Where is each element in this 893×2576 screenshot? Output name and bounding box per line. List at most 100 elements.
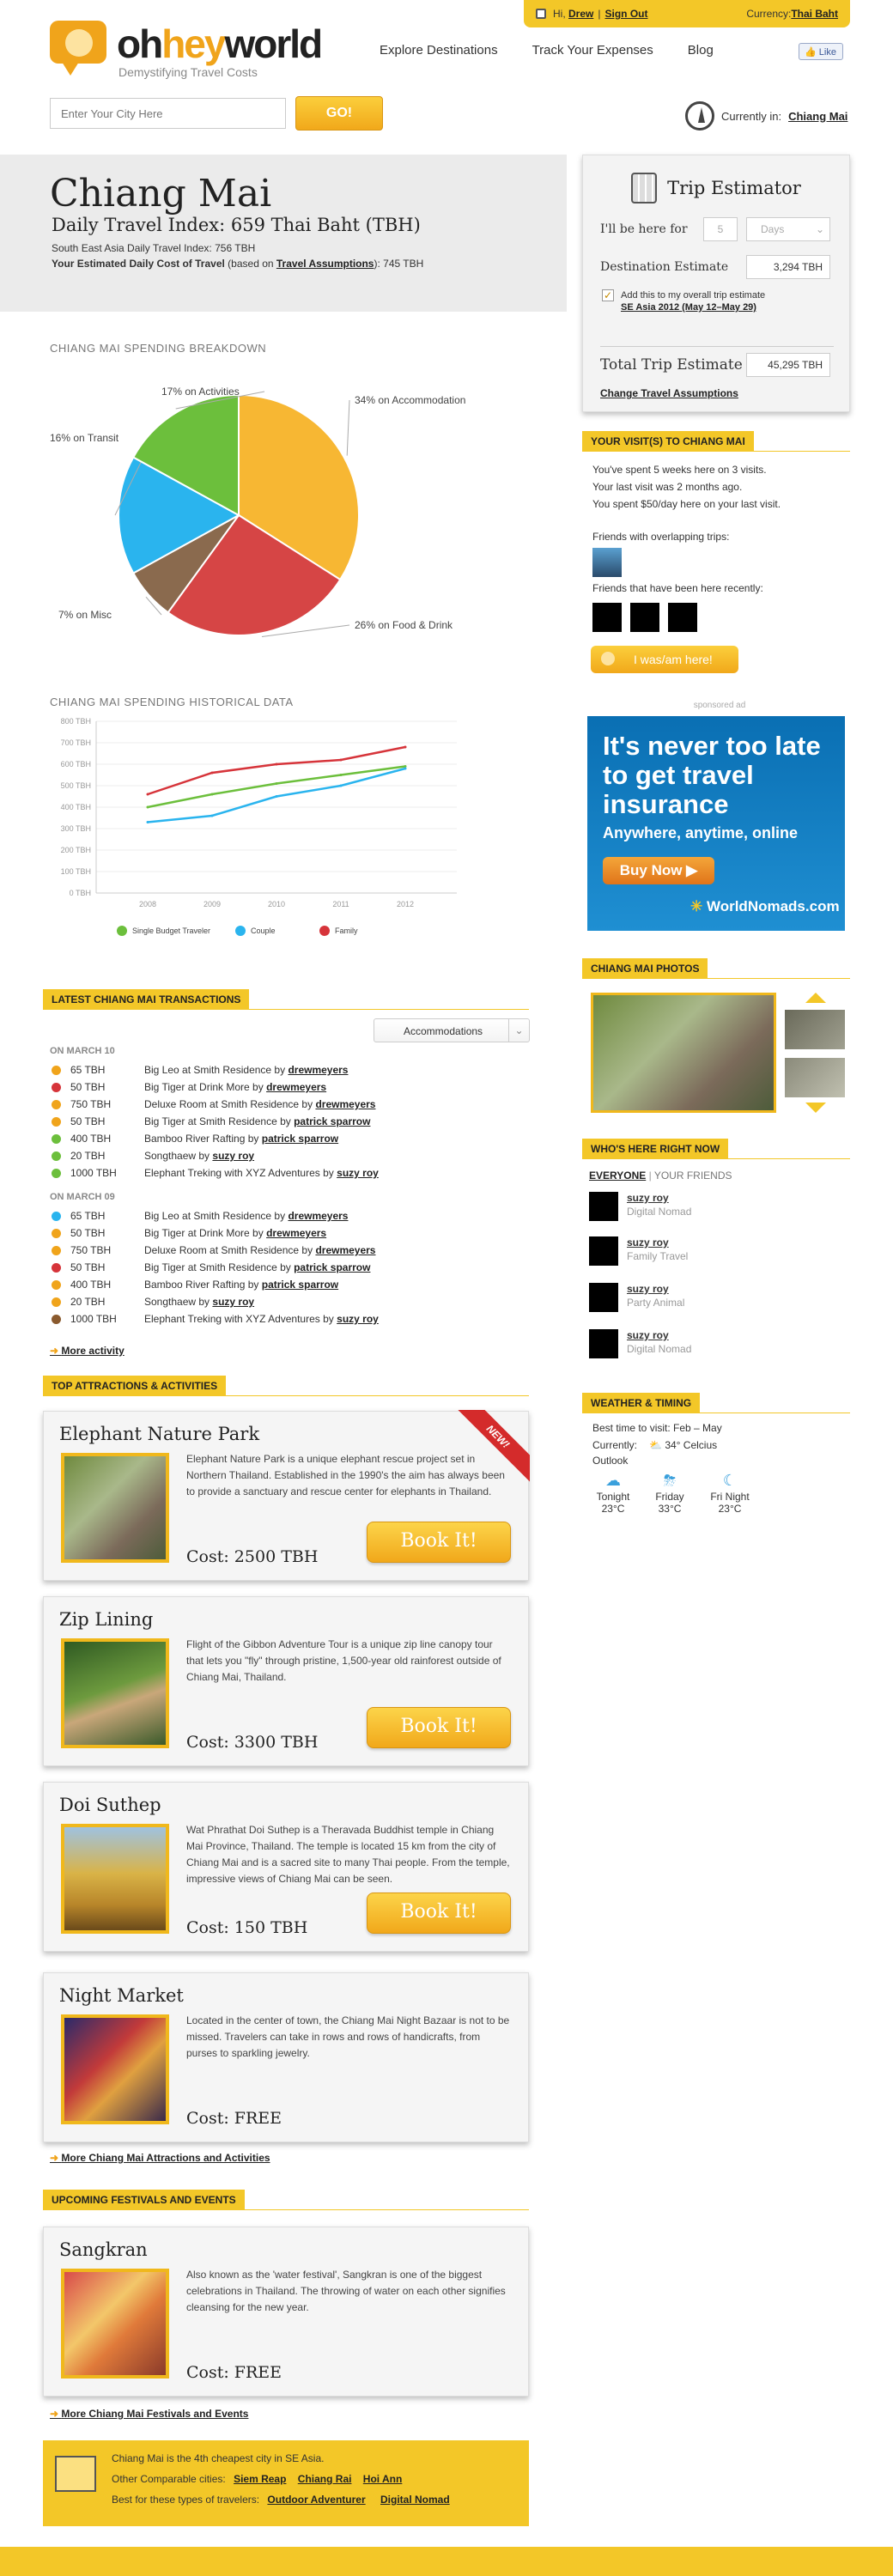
nav-explore[interactable]: Explore Destinations <box>380 43 498 58</box>
transaction-desc: Big Leo at Smith Residence by drewmeyers <box>144 1064 349 1076</box>
traveler-type-link[interactable]: Digital Nomad <box>380 2494 450 2506</box>
avatar <box>589 1283 618 1312</box>
attraction-image[interactable] <box>61 1638 169 1748</box>
category-dot-icon <box>52 1246 61 1255</box>
transaction-user-link[interactable]: patrick sparrow <box>262 1279 338 1291</box>
chevron-down-icon[interactable] <box>805 1103 826 1113</box>
add-trip-checkbox[interactable]: ✓ <box>602 289 614 301</box>
avatar[interactable] <box>630 603 659 632</box>
currency-link[interactable]: Thai Baht <box>791 8 838 20</box>
festival-card: Sangkran Also known as the 'water festiv… <box>43 2227 529 2397</box>
book-button[interactable]: Book It! <box>367 1707 511 1748</box>
transaction-user-link[interactable]: drewmeyers <box>266 1081 326 1093</box>
transaction-desc: Songthaew by suzy roy <box>144 1150 255 1162</box>
attraction-title[interactable]: Zip Lining <box>59 1609 153 1630</box>
transaction-user-link[interactable]: drewmeyers <box>288 1210 348 1222</box>
data-point <box>210 771 214 775</box>
tab-everyone[interactable]: EVERYONE <box>589 1170 646 1182</box>
city-link[interactable]: Siem Reap <box>234 2473 286 2485</box>
category-dot-icon <box>52 1315 61 1324</box>
cloud-icon: ☁ <box>605 1472 621 1489</box>
change-assumptions-link[interactable]: Change Travel Assumptions <box>600 387 738 399</box>
attraction-image[interactable] <box>61 1824 169 1934</box>
photo-thumbnail[interactable] <box>785 1010 845 1049</box>
transaction-user-link[interactable]: drewmeyers <box>315 1244 375 1256</box>
person-row[interactable]: suzy roy Digital Nomad <box>589 1329 829 1362</box>
transaction-user-link[interactable]: patrick sparrow <box>294 1261 370 1273</box>
sign-out-link[interactable]: Sign Out <box>604 8 647 20</box>
attraction-image[interactable] <box>61 2014 169 2124</box>
transaction-desc: Bamboo River Rafting by patrick sparrow <box>144 1133 339 1145</box>
book-button[interactable]: Book It! <box>367 1522 511 1563</box>
transaction-desc: Big Leo at Smith Residence by drewmeyers <box>144 1210 349 1222</box>
insurance-ad[interactable]: It's never too late to get travel insura… <box>587 716 845 931</box>
category-dot-icon <box>52 1083 61 1092</box>
person-row[interactable]: suzy roy Party Animal <box>589 1283 829 1315</box>
transaction-desc: Big Tiger at Drink More by drewmeyers <box>144 1227 327 1239</box>
book-button[interactable]: Book It! <box>367 1893 511 1934</box>
pie-slice-label: 17% on Activities <box>161 386 240 398</box>
transaction-user-link[interactable]: suzy roy <box>212 1296 254 1308</box>
photo-thumbnail[interactable] <box>785 1058 845 1097</box>
tab-your-friends[interactable]: YOUR FRIENDS <box>654 1170 732 1182</box>
transaction-amount: 20 TBH <box>70 1150 106 1162</box>
transaction-user-link[interactable]: drewmeyers <box>266 1227 326 1239</box>
attraction-title[interactable]: Doi Suthep <box>59 1795 161 1815</box>
logo[interactable]: ohheyworld Demystifying Travel Costs <box>50 17 325 86</box>
data-point <box>275 795 278 798</box>
city-link[interactable]: Chiang Rai <box>298 2473 352 2485</box>
festival-image[interactable] <box>61 2269 169 2379</box>
more-activity-link[interactable]: More activity <box>50 1345 124 1357</box>
go-button[interactable]: GO! <box>295 96 383 131</box>
comparable-cities: Other Comparable cities: Siem Reap Chian… <box>112 2473 403 2485</box>
avatar[interactable] <box>592 603 622 632</box>
attraction-desc: Flight of the Gibbon Adventure Tour is a… <box>186 1638 501 1683</box>
transaction-user-link[interactable]: drewmeyers <box>288 1064 348 1076</box>
person-row[interactable]: suzy roy Digital Nomad <box>589 1192 829 1224</box>
category-dot-icon <box>52 1066 61 1075</box>
transaction-desc: Big Tiger at Smith Residence by patrick … <box>144 1115 371 1127</box>
attraction-title[interactable]: Night Market <box>59 1985 184 2006</box>
transaction-user-link[interactable]: patrick sparrow <box>294 1115 370 1127</box>
data-point <box>404 745 407 749</box>
nav-blog[interactable]: Blog <box>688 43 714 58</box>
traveler-type-link[interactable]: Outdoor Adventurer <box>267 2494 365 2506</box>
transaction-amount: 750 TBH <box>70 1098 112 1110</box>
more-festivals-link[interactable]: More Chiang Mai Festivals and Events <box>50 2408 248 2420</box>
data-point <box>275 782 278 785</box>
buy-now-button[interactable]: Buy Now ▶ <box>603 857 714 884</box>
transaction-user-link[interactable]: drewmeyers <box>315 1098 375 1110</box>
transaction-user-link[interactable]: patrick sparrow <box>262 1133 338 1145</box>
avatar[interactable] <box>668 603 697 632</box>
trip-link[interactable]: SE Asia 2012 (May 12–May 29) <box>621 302 756 313</box>
chevron-up-icon[interactable] <box>805 993 826 1003</box>
nav-track[interactable]: Track Your Expenses <box>532 43 653 58</box>
transaction-filter-select[interactable]: Accommodations ⌄ <box>374 1018 530 1042</box>
forecast-friday: ⛈ Friday 33°C <box>644 1472 696 1515</box>
attraction-image[interactable] <box>61 1453 169 1563</box>
transaction-amount: 65 TBH <box>70 1210 106 1222</box>
currency-label: Currency: <box>746 8 792 20</box>
transaction-user-link[interactable]: suzy roy <box>212 1150 254 1162</box>
y-tick-label: 700 TBH <box>61 738 91 747</box>
transaction-user-link[interactable]: suzy roy <box>337 1313 379 1325</box>
i-was-here-button[interactable]: I was/am here! <box>591 646 738 673</box>
attraction-title[interactable]: Elephant Nature Park <box>59 1424 259 1444</box>
like-button[interactable]: 👍 Like <box>799 43 843 60</box>
more-attractions-link[interactable]: More Chiang Mai Attractions and Activiti… <box>50 2152 270 2164</box>
days-unit-select[interactable]: Days ⌄ <box>746 217 830 241</box>
current-city-link[interactable]: Chiang Mai <box>788 110 847 123</box>
main-photo[interactable] <box>591 993 776 1113</box>
search-input[interactable] <box>50 98 286 129</box>
transaction-amount: 50 TBH <box>70 1227 106 1239</box>
transaction-user-link[interactable]: suzy roy <box>337 1167 379 1179</box>
ad-title: It's never too late to get travel insura… <box>603 731 821 819</box>
avatar[interactable] <box>592 548 622 577</box>
festival-title[interactable]: Sangkran <box>59 2239 148 2260</box>
legend-label: Single Budget Traveler <box>132 927 210 935</box>
days-input[interactable]: 5 <box>703 217 738 241</box>
travel-assumptions-link[interactable]: Travel Assumptions <box>276 258 374 270</box>
person-row[interactable]: suzy roy Family Travel <box>589 1236 829 1269</box>
city-link[interactable]: Hoi Ann <box>363 2473 403 2485</box>
user-link[interactable]: Drew <box>568 8 593 20</box>
